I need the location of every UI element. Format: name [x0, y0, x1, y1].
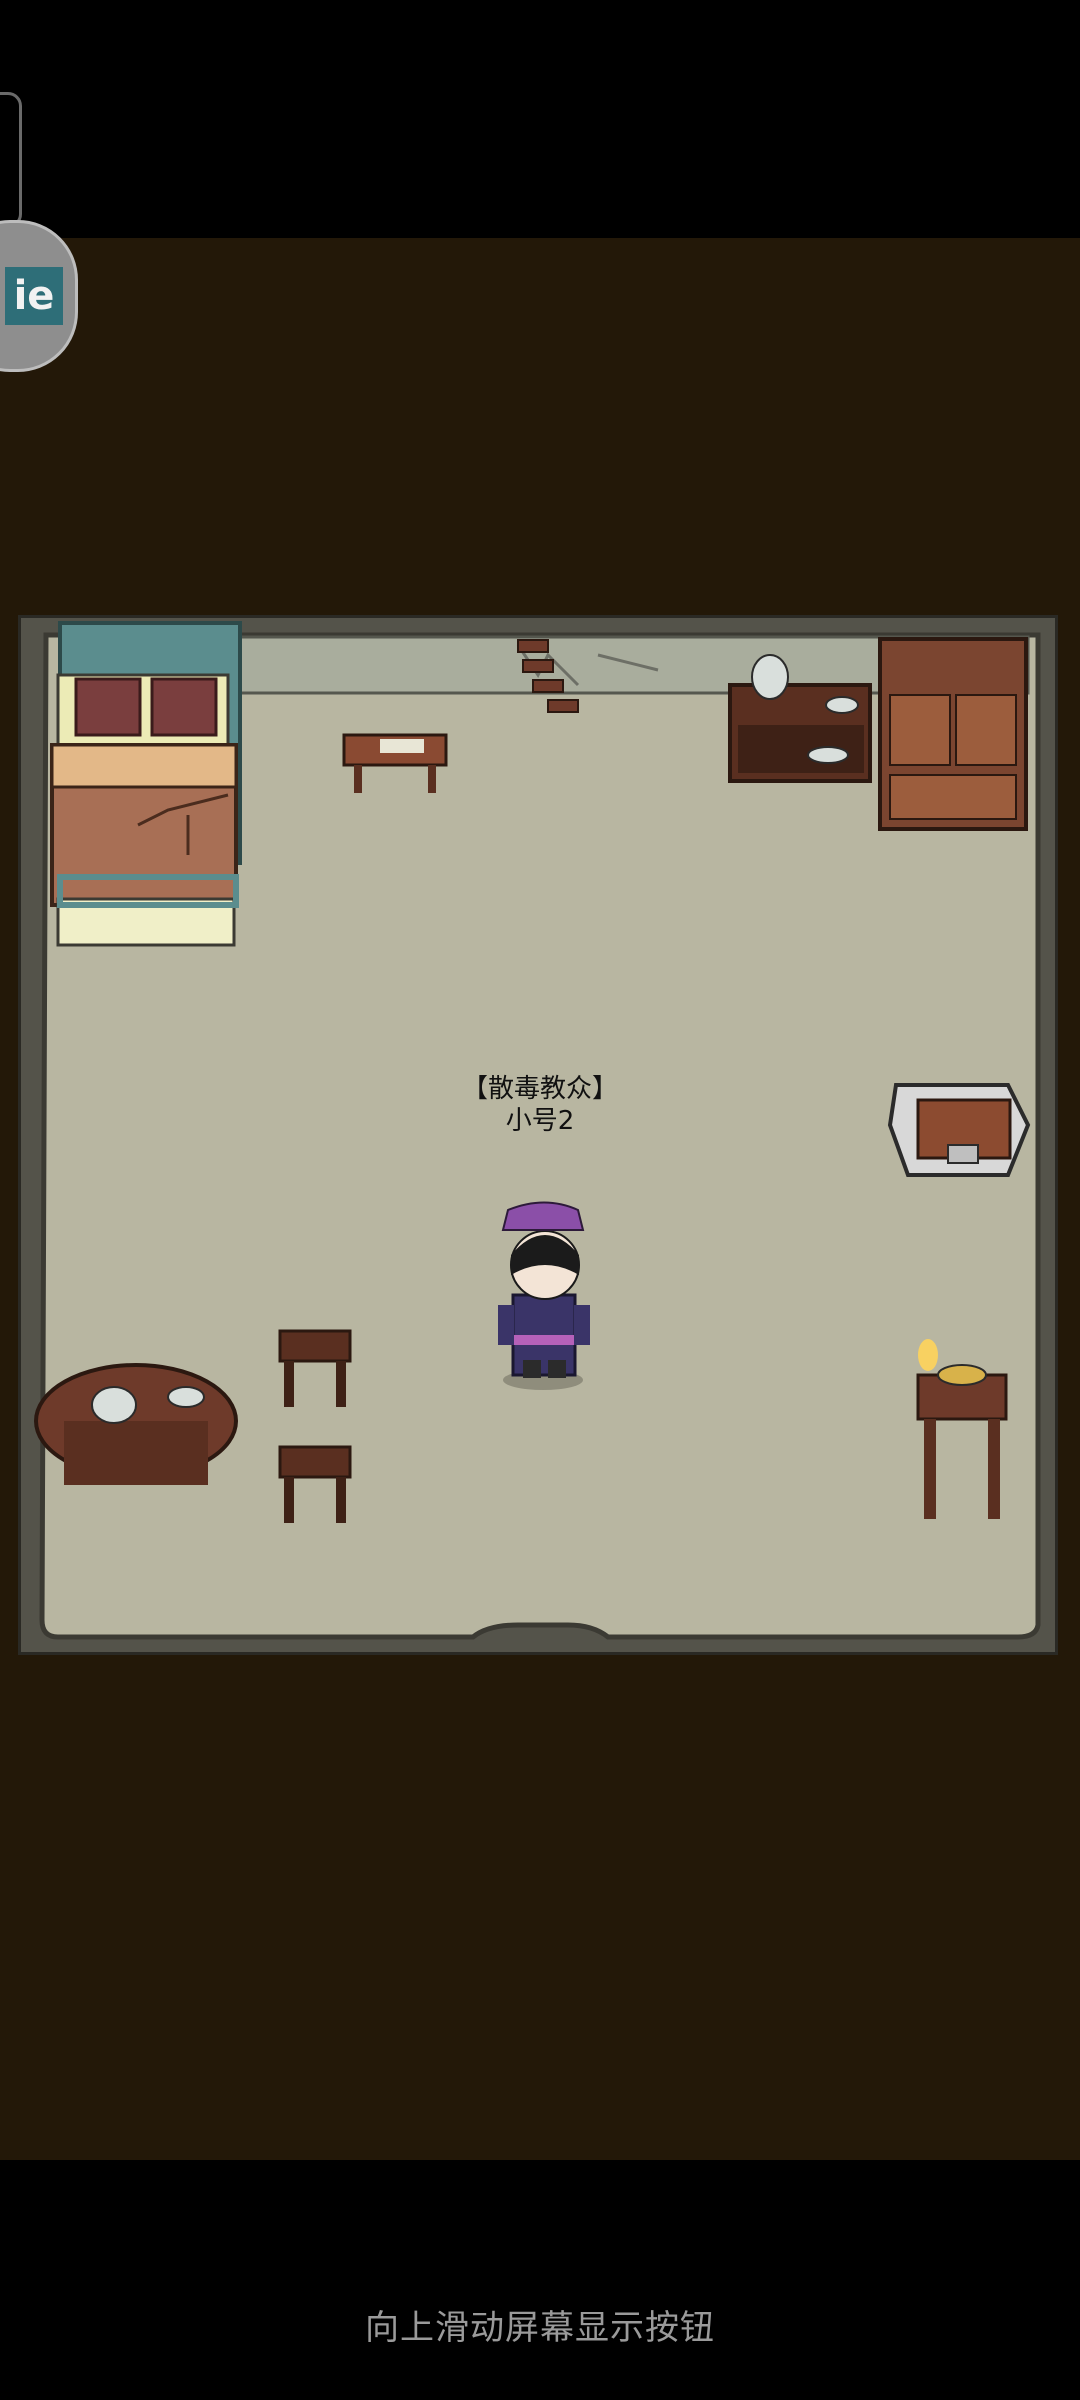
app-logo-icon: ie [5, 267, 63, 325]
navigation-bar [0, 2160, 1080, 2400]
round-table[interactable] [34, 1363, 238, 1485]
player-name: 小号2 [505, 1106, 575, 1136]
bed[interactable] [50, 621, 242, 947]
edge-drawer-handle[interactable] [0, 92, 22, 228]
teapot-icon [91, 1386, 137, 1424]
wardrobe[interactable] [878, 637, 1028, 831]
pillow [150, 677, 218, 737]
flame-icon [918, 1339, 938, 1371]
status-bar-area [0, 0, 1080, 238]
oil-lamp-icon [937, 1364, 987, 1386]
player-character[interactable] [498, 1201, 590, 1391]
pillow [74, 677, 142, 737]
teapot-icon [751, 654, 789, 700]
swipe-hint: 向上滑动屏幕显示按钮 [365, 2308, 715, 2348]
